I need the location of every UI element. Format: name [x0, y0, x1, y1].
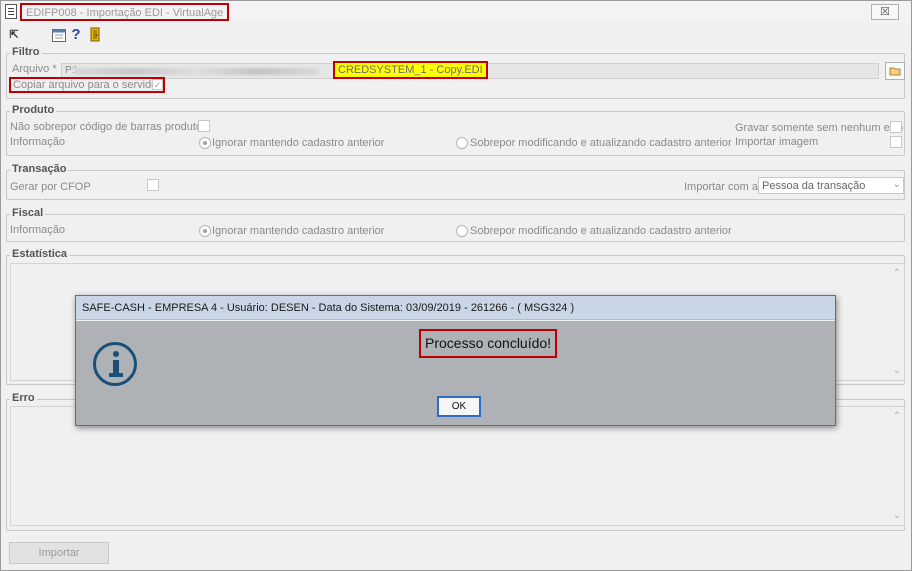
erro-legend: Erro: [10, 392, 37, 404]
fiscal-radio-sobrepor[interactable]: [456, 225, 468, 237]
produto-radio-sobrepor-label: Sobrepor modificando e atualizando cadas…: [470, 137, 732, 149]
produto-legend: Produto: [10, 104, 57, 116]
message-dialog: SAFE-CASH - EMPRESA 4 - Usuário: DESEN -…: [75, 295, 836, 426]
title-bar: EDIFP008 - Importação EDI - VirtualAge ☒: [1, 1, 911, 23]
window-title: EDIFP008 - Importação EDI - VirtualAge: [20, 3, 230, 21]
info-icon: [93, 342, 137, 386]
browse-file-button[interactable]: [885, 62, 905, 80]
importar-imagem-label: Importar imagem: [735, 136, 819, 148]
copiar-label: Copiar arquivo para o servidor: [13, 79, 161, 91]
ok-button[interactable]: OK: [437, 396, 481, 417]
close-button[interactable]: ☒: [871, 4, 899, 20]
fiscal-informacao-label: Informação: [10, 224, 66, 236]
door-icon[interactable]: [89, 26, 103, 44]
blurred-path: [74, 68, 319, 75]
importar-com-value: Pessoa da transação: [762, 180, 866, 192]
gerar-cfop-checkbox[interactable]: [147, 179, 159, 191]
dialog-body: Processo concluído! OK: [76, 321, 835, 425]
nao-sobrepor-checkbox[interactable]: [198, 120, 210, 132]
document-icon: [5, 4, 17, 19]
scroll-down-icon[interactable]: ⌄: [893, 510, 901, 521]
arquivo-filename: CREDSYSTEM_1 - Copy.EDI: [333, 61, 488, 79]
produto-informacao-label: Informação: [10, 136, 66, 148]
fiscal-radio-ignorar[interactable]: [199, 225, 211, 237]
gerar-cfop-label: Gerar por CFOP: [10, 181, 91, 193]
chevron-down-icon: ⌄: [892, 179, 901, 190]
estatistica-legend: Estatística: [10, 248, 70, 260]
dialog-message: Processo concluído!: [419, 329, 558, 358]
toolbar: ⇱ ?: [1, 26, 911, 46]
copiar-arquivo-option[interactable]: Copiar arquivo para o servidor ✓: [9, 77, 165, 93]
arquivo-label: Arquivo *: [12, 63, 57, 75]
importar-button[interactable]: Importar: [9, 542, 109, 564]
main-window: EDIFP008 - Importação EDI - VirtualAge ☒…: [0, 0, 912, 571]
importar-imagem-checkbox[interactable]: [890, 136, 902, 148]
gravar-sem-erro-checkbox[interactable]: [890, 121, 902, 133]
nao-sobrepor-label: Não sobrepor código de barras produto: [10, 121, 203, 133]
produto-radio-ignorar[interactable]: [199, 137, 211, 149]
dialog-title: SAFE-CASH - EMPRESA 4 - Usuário: DESEN -…: [76, 296, 835, 320]
importar-com-select[interactable]: Pessoa da transação ⌄: [758, 177, 904, 194]
filtro-legend: Filtro: [10, 46, 42, 58]
produto-radio-sobrepor[interactable]: [456, 137, 468, 149]
scroll-down-icon[interactable]: ⌄: [893, 365, 901, 376]
gravar-sem-erro-label: Gravar somente sem nenhum erro: [735, 122, 904, 134]
exit-icon[interactable]: ⇱: [7, 26, 21, 44]
help-icon[interactable]: ?: [70, 26, 82, 44]
copiar-checkbox[interactable]: ✓: [152, 79, 163, 90]
scroll-up-icon[interactable]: ⌃: [893, 268, 901, 279]
scroll-up-icon[interactable]: ⌃: [893, 411, 901, 422]
importar-com-label: Importar com a: [684, 181, 758, 193]
fiscal-radio-ignorar-label: Ignorar mantendo cadastro anterior: [212, 225, 385, 237]
transacao-legend: Transação: [10, 163, 69, 175]
calendar-icon[interactable]: [52, 26, 66, 44]
fiscal-legend: Fiscal: [10, 207, 46, 219]
produto-radio-ignorar-label: Ignorar mantendo cadastro anterior: [212, 137, 385, 149]
fiscal-radio-sobrepor-label: Sobrepor modificando e atualizando cadas…: [470, 225, 732, 237]
